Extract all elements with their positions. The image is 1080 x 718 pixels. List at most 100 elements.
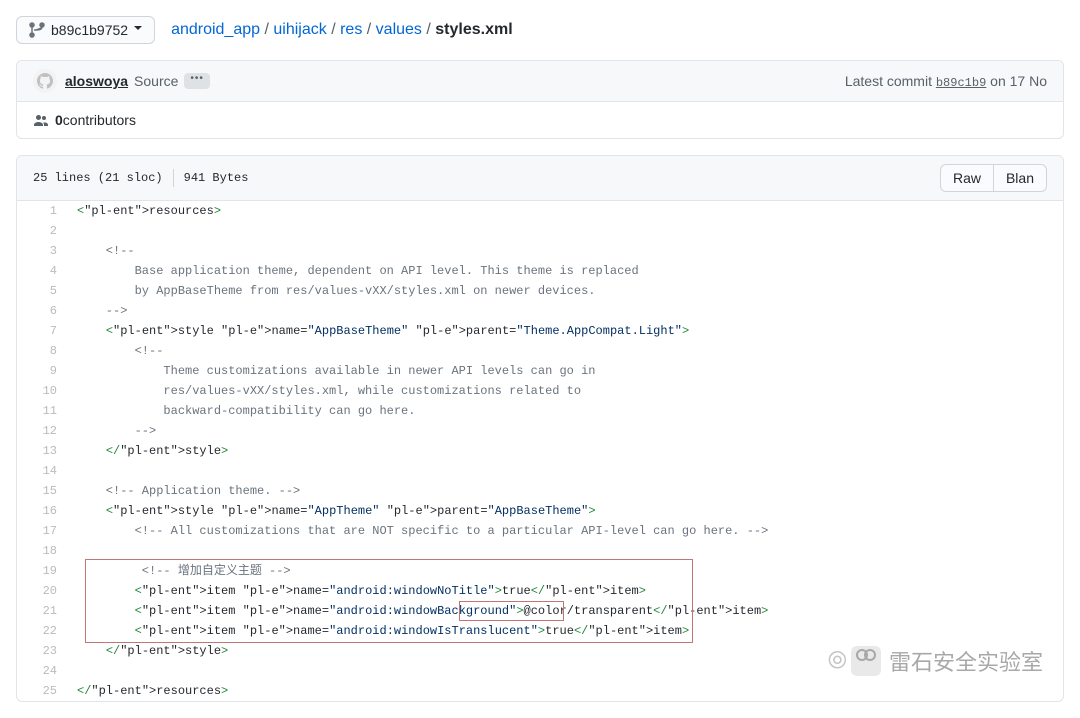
watermark: ⦾ 雷石安全实验室 (828, 645, 1043, 677)
code-line: 22 <"pl-ent">item "pl-e">name="android:w… (17, 621, 1063, 641)
line-number[interactable]: 9 (17, 361, 67, 381)
line-number[interactable]: 24 (17, 661, 67, 681)
code-table: 1<"pl-ent">resources>23 <!--4 Base appli… (17, 201, 1063, 701)
code-content: </"pl-ent">style> (67, 441, 1063, 461)
line-number[interactable]: 7 (17, 321, 67, 341)
avatar[interactable] (33, 69, 57, 93)
line-number[interactable]: 18 (17, 541, 67, 561)
code-line: 8 <!-- (17, 341, 1063, 361)
code-content: Theme customizations available in newer … (67, 361, 1063, 381)
line-number[interactable]: 17 (17, 521, 67, 541)
commit-message: Source (134, 73, 178, 89)
code-line: 17 <!-- All customizations that are NOT … (17, 521, 1063, 541)
line-number[interactable]: 19 (17, 561, 67, 581)
commit-more-button[interactable]: ••• (184, 73, 210, 89)
line-number[interactable]: 12 (17, 421, 67, 441)
line-number[interactable]: 15 (17, 481, 67, 501)
code-line: 3 <!-- (17, 241, 1063, 261)
commit-sha[interactable]: b89c1b9 (936, 76, 986, 90)
code-line: 11 backward-compatibility can go here. (17, 401, 1063, 421)
divider (173, 169, 174, 187)
code-line: 6 --> (17, 301, 1063, 321)
breadcrumb: android_app / uihijack / res / values / … (171, 21, 513, 39)
octocat-icon (37, 73, 53, 89)
caret-down-icon (134, 26, 142, 34)
code-line: 7 <"pl-ent">style "pl-e">name="AppBaseTh… (17, 321, 1063, 341)
line-number[interactable]: 22 (17, 621, 67, 641)
code-line: 1<"pl-ent">resources> (17, 201, 1063, 221)
branch-name: b89c1b9752 (51, 22, 128, 38)
code-content (67, 541, 1063, 561)
code-content: <!-- All customizations that are NOT spe… (67, 521, 1063, 541)
line-number[interactable]: 25 (17, 681, 67, 701)
line-number[interactable]: 10 (17, 381, 67, 401)
line-number[interactable]: 3 (17, 241, 67, 261)
breadcrumb-current: styles.xml (435, 21, 512, 38)
raw-button[interactable]: Raw (940, 164, 993, 192)
code-content: --> (67, 421, 1063, 441)
code-line: 9 Theme customizations available in newe… (17, 361, 1063, 381)
line-number[interactable]: 11 (17, 401, 67, 421)
line-number[interactable]: 14 (17, 461, 67, 481)
ellipsis-icon: ••• (190, 74, 204, 84)
commit-date: 17 No (1010, 73, 1047, 89)
code-line: 21 <"pl-ent">item "pl-e">name="android:w… (17, 601, 1063, 621)
code-content: <"pl-ent">item "pl-e">name="android:wind… (67, 621, 1063, 641)
wechat-icon (851, 646, 881, 676)
breadcrumb-link[interactable]: values (376, 21, 422, 38)
contributors-bar: 0 contributors (17, 102, 1063, 138)
commit-box: aloswoya Source ••• Latest commit b89c1b… (16, 60, 1064, 139)
code-line: 20 <"pl-ent">item "pl-e">name="android:w… (17, 581, 1063, 601)
branch-icon (29, 22, 45, 38)
code-line: 19 <!-- 增加自定义主题 --> (17, 561, 1063, 581)
code-content: <"pl-ent">resources> (67, 201, 1063, 221)
people-icon (33, 112, 49, 128)
code-line: 13 </"pl-ent">style> (17, 441, 1063, 461)
code-content: <!-- (67, 341, 1063, 361)
file-lines: 25 lines (21 sloc) (33, 171, 163, 185)
code-line: 2 (17, 221, 1063, 241)
code-content (67, 461, 1063, 481)
code-content: <"pl-ent">style "pl-e">name="AppTheme" "… (67, 501, 1063, 521)
line-number[interactable]: 1 (17, 201, 67, 221)
branch-selector-button[interactable]: b89c1b9752 (16, 16, 155, 44)
code-line: 12 --> (17, 421, 1063, 441)
line-number[interactable]: 8 (17, 341, 67, 361)
blame-button[interactable]: Blan (993, 164, 1047, 192)
line-number[interactable]: 21 (17, 601, 67, 621)
breadcrumb-link[interactable]: uihijack (273, 21, 326, 38)
line-number[interactable]: 4 (17, 261, 67, 281)
line-number[interactable]: 23 (17, 641, 67, 661)
commit-latest-label: Latest commit (845, 73, 936, 89)
code-content: backward-compatibility can go here. (67, 401, 1063, 421)
code-content: <"pl-ent">item "pl-e">name="android:wind… (67, 601, 1063, 621)
code-content: <"pl-ent">style "pl-e">name="AppBaseThem… (67, 321, 1063, 341)
code-line: 10 res/values-vXX/styles.xml, while cust… (17, 381, 1063, 401)
code-content: by AppBaseTheme from res/values-vXX/styl… (67, 281, 1063, 301)
commit-bar: aloswoya Source ••• Latest commit b89c1b… (17, 61, 1063, 102)
code-content: <"pl-ent">item "pl-e">name="android:wind… (67, 581, 1063, 601)
file-box: 25 lines (21 sloc) 941 Bytes Raw Blan 1<… (16, 155, 1064, 702)
line-number[interactable]: 5 (17, 281, 67, 301)
file-header: 25 lines (21 sloc) 941 Bytes Raw Blan (17, 156, 1063, 201)
code-content: <!-- Application theme. --> (67, 481, 1063, 501)
file-bytes: 941 Bytes (184, 171, 249, 185)
code-content: Base application theme, dependent on API… (67, 261, 1063, 281)
line-number[interactable]: 20 (17, 581, 67, 601)
code-line: 4 Base application theme, dependent on A… (17, 261, 1063, 281)
code-line: 16 <"pl-ent">style "pl-e">name="AppTheme… (17, 501, 1063, 521)
code-line: 18 (17, 541, 1063, 561)
line-number[interactable]: 16 (17, 501, 67, 521)
code-line: 25</"pl-ent">resources> (17, 681, 1063, 701)
breadcrumb-link[interactable]: res (340, 21, 362, 38)
code-line: 15 <!-- Application theme. --> (17, 481, 1063, 501)
breadcrumb-link[interactable]: android_app (171, 21, 260, 38)
code-line: 14 (17, 461, 1063, 481)
line-number[interactable]: 2 (17, 221, 67, 241)
contributors-count: 0 (55, 112, 63, 128)
wechat-icon: ⦾ (828, 647, 847, 675)
commit-author[interactable]: aloswoya (65, 73, 128, 89)
line-number[interactable]: 6 (17, 301, 67, 321)
line-number[interactable]: 13 (17, 441, 67, 461)
code-content: res/values-vXX/styles.xml, while customi… (67, 381, 1063, 401)
